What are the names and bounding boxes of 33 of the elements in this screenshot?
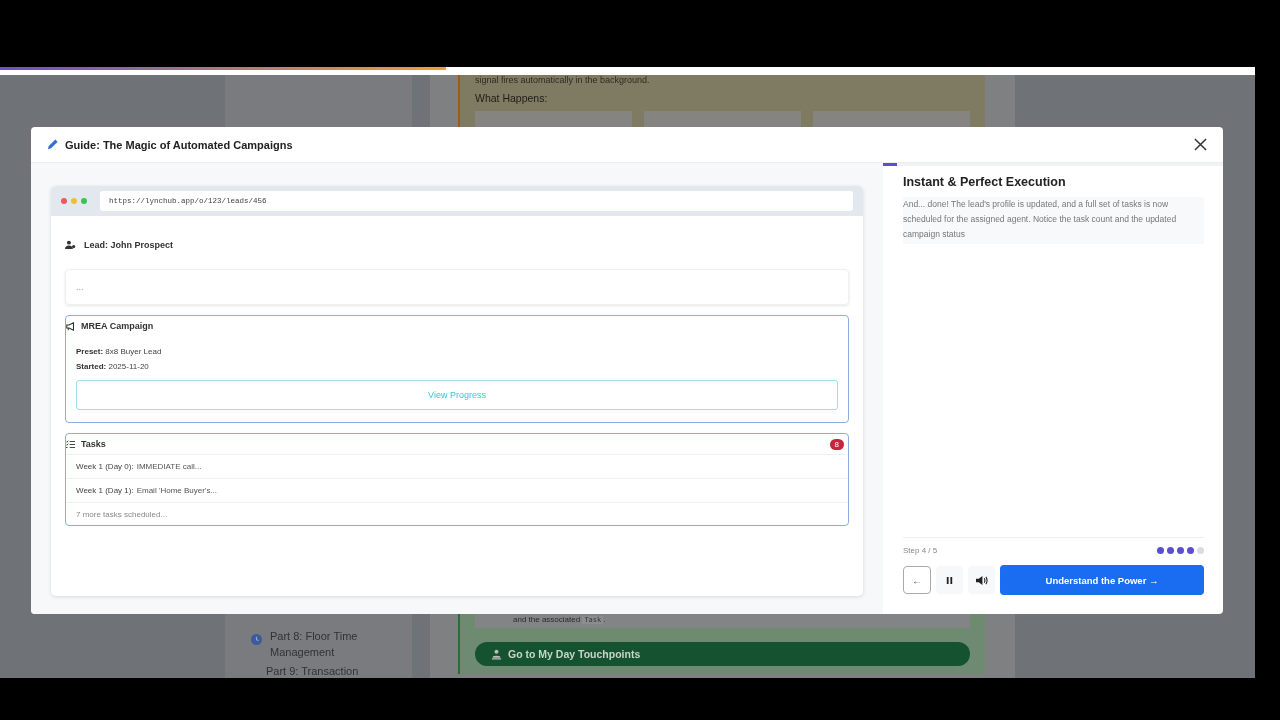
volume-icon (975, 574, 988, 586)
users-icon (65, 240, 76, 250)
megaphone-icon (66, 321, 75, 331)
checklist-icon (66, 439, 75, 449)
step-description: And... done! The lead's profile is updated, and a full set of tasks is now scheduled for the assigned agent. Notice the task count and the updated campaign status (903, 197, 1204, 244)
section-heading: What Happens: (475, 92, 549, 104)
count-badge: 8 (829, 438, 844, 450)
campaign-field: Preset: 8x8 Buyer Lead (76, 344, 848, 359)
close-button[interactable] (1192, 136, 1209, 153)
step-counter: Step 4 / 5 (903, 546, 938, 555)
campaign-field: Started: 2025-11-20 (76, 359, 848, 374)
task-item[interactable]: Week 1 (Day 1): Email 'Home Buyer's... (66, 478, 848, 502)
lead-name: Lead: John Prospect (84, 240, 173, 250)
sidebar-item[interactable]: Part 9: Transaction (266, 664, 359, 678)
hand-icon (491, 648, 502, 660)
card-title: MREA Campaign (81, 321, 154, 331)
pause-button[interactable] (936, 566, 963, 594)
touchpoints-button[interactable]: Go to My Day Touchpoints (475, 642, 970, 666)
placeholder-text: ... (76, 282, 84, 292)
body-text: signal fires automatically in the background. (475, 75, 651, 86)
card-title: Tasks (81, 439, 106, 449)
pencil-icon (46, 138, 59, 151)
modal-title: Guide: The Magic of Automated Campaigns (65, 138, 294, 151)
volume-button[interactable] (968, 566, 995, 594)
next-button[interactable]: Understand the Power → (1000, 565, 1204, 595)
task-item[interactable]: Week 1 (Day 0): IMMEDIATE call... (66, 454, 848, 478)
clock-icon (251, 634, 262, 645)
sidebar-item[interactable]: Part 8: Floor Time Management (270, 628, 381, 660)
pause-icon (945, 575, 954, 585)
back-button[interactable]: ← (903, 566, 931, 594)
window-controls-icon (61, 198, 87, 204)
step-title: Instant & Perfect Execution (903, 175, 1067, 189)
more-tasks-text: 7 more tasks scheduled... (66, 502, 848, 526)
